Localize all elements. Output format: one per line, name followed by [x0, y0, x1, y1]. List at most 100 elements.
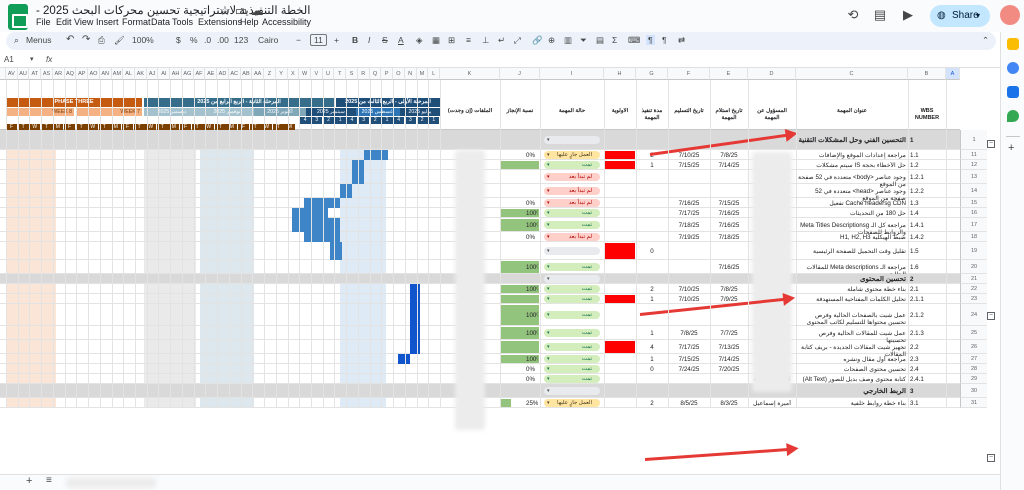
print-icon[interactable]: ⎙: [98, 35, 105, 46]
column-header-l[interactable]: L: [428, 68, 440, 80]
decrease-decimal-button[interactable]: .0: [204, 35, 211, 45]
column-header-aa[interactable]: AA: [252, 68, 265, 80]
column-header-v[interactable]: V: [310, 68, 323, 80]
chart-icon[interactable]: ▥: [564, 35, 572, 46]
wrap-icon[interactable]: ↵: [498, 35, 505, 46]
font-select[interactable]: Cairo: [258, 35, 278, 45]
column-header-x[interactable]: X: [287, 68, 300, 80]
column-header-w[interactable]: W: [299, 68, 311, 80]
share-dropdown-icon[interactable]: ▾: [976, 5, 992, 27]
link-icon[interactable]: 🔗: [532, 35, 543, 46]
undo-icon[interactable]: ↶: [66, 34, 74, 45]
column-header-m[interactable]: M: [416, 68, 429, 80]
column-header-t[interactable]: T: [334, 68, 347, 80]
menu-extensions[interactable]: Extensions: [198, 17, 242, 27]
row-number[interactable]: 30: [960, 384, 987, 398]
column-header-aj[interactable]: AJ: [146, 68, 159, 80]
rtl-icon[interactable]: ¶: [646, 35, 655, 45]
column-header-ap[interactable]: AP: [76, 68, 89, 80]
currency-button[interactable]: $: [176, 35, 181, 45]
row-number[interactable]: 28: [960, 364, 987, 374]
column-header-ae[interactable]: AE: [205, 68, 218, 80]
row-number[interactable]: 21: [960, 274, 987, 284]
status-dropdown[interactable]: ▾ العمل جارٍ عليها: [544, 399, 600, 407]
status-dropdown[interactable]: ▾: [544, 247, 600, 255]
column-header-ak[interactable]: AK: [135, 68, 147, 80]
status-dropdown[interactable]: ▾ تمت: [544, 375, 600, 383]
column-header-ai[interactable]: AI: [158, 68, 171, 80]
status-dropdown[interactable]: ▾ تمت: [544, 311, 600, 319]
borders-icon[interactable]: ▦: [432, 35, 440, 46]
menu-insert[interactable]: Insert: [96, 17, 119, 27]
column-header-av[interactable]: AV: [6, 68, 18, 80]
row-number[interactable]: 27: [960, 354, 987, 364]
menu-accessibility[interactable]: Accessibility: [262, 17, 311, 27]
row-number[interactable]: 22: [960, 284, 987, 294]
status-dropdown[interactable]: ▾ تمت: [544, 343, 600, 351]
column-header-z[interactable]: Z: [264, 68, 276, 80]
column-header-i[interactable]: I: [540, 68, 604, 80]
font-size-increase[interactable]: +: [334, 35, 339, 45]
row-number[interactable]: 18: [960, 232, 987, 242]
status-dropdown[interactable]: ▾ لم تبدأ بعد: [544, 233, 600, 241]
status-dropdown[interactable]: ▾ تمت: [544, 285, 600, 293]
column-header-p[interactable]: P: [381, 68, 394, 80]
comment-insert-icon[interactable]: ⊕: [548, 35, 555, 46]
column-header-at[interactable]: AT: [29, 68, 42, 80]
avatar[interactable]: [1000, 5, 1020, 25]
column-header-b[interactable]: B: [908, 68, 946, 80]
status-dropdown[interactable]: ▾ لم تبدأ بعد: [544, 173, 600, 181]
column-header-r[interactable]: R: [357, 68, 370, 80]
row-number[interactable]: 31: [960, 398, 987, 408]
group-collapse-icon[interactable]: −: [987, 140, 995, 148]
status-dropdown[interactable]: ▾ تمت: [544, 221, 600, 229]
menu-file[interactable]: File: [36, 17, 51, 27]
column-header-f[interactable]: F: [668, 68, 710, 80]
add-sheet-icon[interactable]: +: [26, 475, 32, 487]
status-dropdown[interactable]: ▾ العمل جارٍ عليها: [544, 151, 600, 159]
row-number[interactable]: 12: [960, 160, 987, 170]
input-tools-icon[interactable]: ⌨: [628, 35, 640, 46]
strikethrough-icon[interactable]: S: [382, 35, 388, 45]
menu-tools[interactable]: Tools: [172, 17, 193, 27]
menu-data[interactable]: Data: [151, 17, 170, 27]
redo-icon[interactable]: ↷: [82, 34, 90, 45]
text-color-icon[interactable]: A: [398, 35, 404, 45]
column-header-af[interactable]: AF: [193, 68, 206, 80]
column-header-au[interactable]: AU: [17, 68, 30, 80]
sheet-tab-redacted[interactable]: [66, 478, 156, 488]
paint-format-icon[interactable]: 🖌: [114, 35, 125, 46]
maps-icon[interactable]: [1007, 110, 1019, 122]
row-number[interactable]: 19: [960, 242, 987, 260]
row-number[interactable]: 20: [960, 260, 987, 274]
contacts-icon[interactable]: [1007, 86, 1019, 98]
collapse-toolbar-icon[interactable]: ⌃: [982, 35, 989, 46]
menu-view[interactable]: View: [74, 17, 93, 27]
row-number[interactable]: 25: [960, 326, 987, 340]
fill-color-icon[interactable]: ◈: [416, 35, 423, 46]
column-header-aq[interactable]: AQ: [64, 68, 77, 80]
menus-label[interactable]: Menus: [26, 35, 52, 45]
status-dropdown[interactable]: ▾ لم تبدأ بعد: [544, 187, 600, 195]
keep-icon[interactable]: [1007, 38, 1019, 50]
document-title[interactable]: الخطة التنفيذية لاستراتيجية تحسين محركات…: [36, 3, 311, 17]
row-number[interactable]: 1: [960, 130, 987, 150]
column-header-d[interactable]: D: [748, 68, 796, 80]
ltr-icon[interactable]: ¶: [662, 35, 667, 45]
row-number[interactable]: 16: [960, 208, 987, 218]
font-size-input[interactable]: 11: [310, 34, 327, 46]
menu-edit[interactable]: Edit: [56, 17, 72, 27]
column-header-ad[interactable]: AD: [217, 68, 229, 80]
status-dropdown[interactable]: ▾ تمت: [544, 209, 600, 217]
add-addon-icon[interactable]: +: [1008, 142, 1014, 154]
column-header-ah[interactable]: AH: [170, 68, 182, 80]
name-box[interactable]: A1: [4, 55, 14, 64]
column-header-q[interactable]: Q: [369, 68, 382, 80]
column-header-n[interactable]: N: [404, 68, 417, 80]
column-header-an[interactable]: AN: [99, 68, 112, 80]
function-icon[interactable]: Σ: [612, 35, 617, 45]
column-header-as[interactable]: AS: [41, 68, 53, 80]
status-dropdown[interactable]: ▾ تمت: [544, 329, 600, 337]
tasks-icon[interactable]: [1007, 62, 1019, 74]
column-header-am[interactable]: AM: [111, 68, 124, 80]
